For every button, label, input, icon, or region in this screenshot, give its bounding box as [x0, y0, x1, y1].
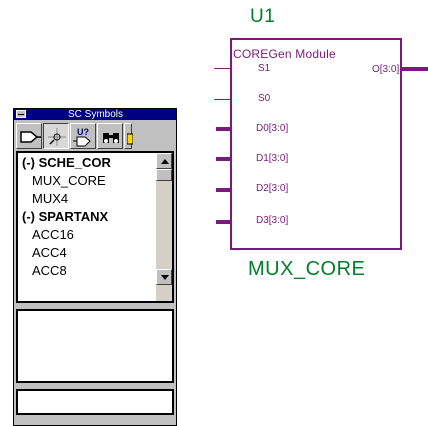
scroll-down-button[interactable] — [156, 269, 172, 285]
query-symbol-icon: U? — [73, 127, 91, 147]
toolbar: U? — [16, 123, 176, 149]
input-pin-d2[interactable] — [216, 188, 230, 192]
sc-symbols-window: SC Symbols U? (-) SCHE_COR MUX_CORE MUX4… — [13, 108, 177, 426]
reference-designator[interactable]: U1 — [250, 6, 275, 28]
list-item[interactable]: ACC16 — [32, 227, 74, 242]
status-field — [16, 389, 174, 415]
svg-text:U?: U? — [77, 127, 89, 137]
symbol-list[interactable]: (-) SCHE_COR MUX_CORE MUX4 (-) SPARTANX … — [16, 151, 174, 303]
arrow-down-icon — [161, 275, 169, 280]
scroll-thumb[interactable] — [156, 169, 172, 181]
probe-button[interactable] — [43, 123, 69, 149]
binoculars-icon — [103, 133, 119, 143]
find-button[interactable] — [97, 123, 123, 149]
pin-label-s1: S1 — [258, 63, 271, 74]
probe-icon — [48, 128, 66, 146]
add-symbol-icon — [20, 131, 41, 143]
title-bar[interactable]: SC Symbols — [14, 109, 176, 120]
input-pin-s0[interactable] — [214, 99, 230, 100]
query-symbol-button[interactable]: U? — [70, 123, 96, 149]
add-symbol-button[interactable] — [16, 123, 42, 149]
list-item[interactable]: ACC4 — [32, 245, 67, 260]
list-item[interactable]: MUX4 — [32, 191, 68, 206]
input-pin-d0[interactable] — [216, 127, 230, 131]
symbol-preview — [16, 309, 174, 383]
window-title: SC Symbols — [68, 109, 124, 120]
pin-label-o: O[3:0] — [372, 64, 400, 75]
list-item[interactable]: ACC8 — [32, 263, 67, 278]
input-pin-d3[interactable] — [216, 220, 230, 224]
pin-label-s0: S0 — [258, 93, 271, 104]
pin-label-d2: D2[3:0] — [256, 183, 289, 194]
vertical-scrollbar[interactable] — [156, 153, 172, 301]
pin-label-d3: D3[3:0] — [256, 215, 289, 226]
pin-label-d1: D1[3:0] — [256, 153, 289, 164]
folder-button[interactable] — [124, 123, 133, 149]
list-item[interactable]: (-) SPARTANX — [22, 209, 108, 224]
list-item[interactable]: (-) SCHE_COR — [22, 155, 111, 170]
system-menu-button[interactable] — [16, 110, 26, 118]
folder-icon — [127, 133, 133, 145]
symbol-name-label[interactable]: MUX_CORE — [248, 258, 365, 281]
pin-label-d0: D0[3:0] — [256, 123, 289, 134]
input-pin-d1[interactable] — [216, 157, 230, 161]
output-pin-wire[interactable] — [402, 67, 428, 71]
input-pin-s1[interactable] — [214, 68, 230, 69]
list-item[interactable]: MUX_CORE — [32, 173, 106, 188]
arrow-up-icon — [161, 159, 169, 164]
block-title: COREGen Module — [233, 47, 336, 61]
scroll-up-button[interactable] — [156, 153, 172, 169]
